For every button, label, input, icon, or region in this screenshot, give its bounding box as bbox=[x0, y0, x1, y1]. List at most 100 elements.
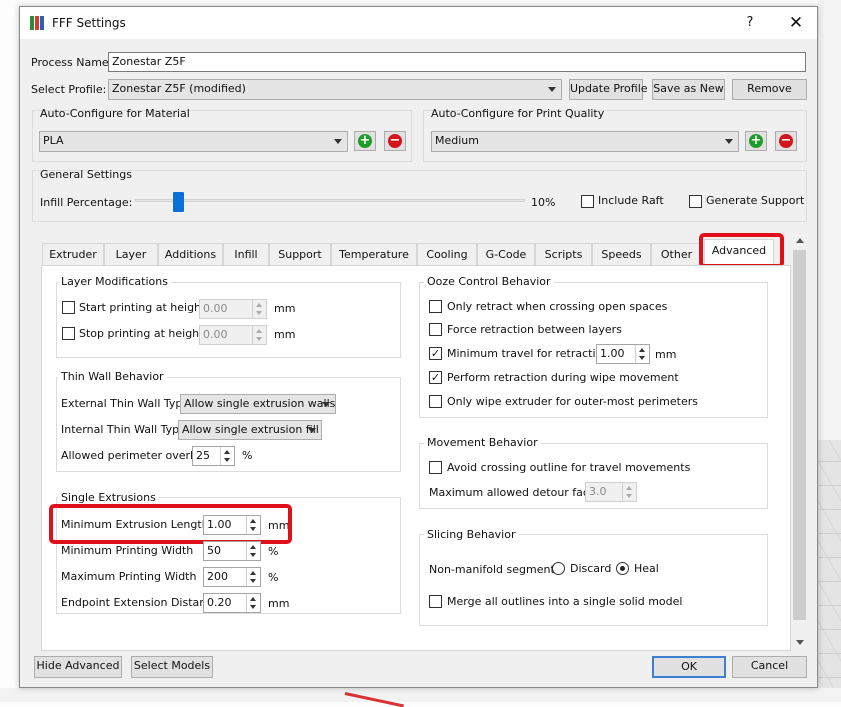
spin-buttons[interactable] bbox=[252, 300, 266, 318]
infill-percentage-label: Infill Percentage: bbox=[40, 196, 133, 209]
detour-factor-input[interactable]: 3.0 bbox=[585, 482, 637, 502]
spin-down-icon bbox=[256, 311, 262, 315]
discard-label: Discard bbox=[570, 562, 612, 575]
external-thin-wall-dropdown[interactable]: Allow single extrusion walls bbox=[180, 394, 336, 414]
start-printing-checkbox[interactable] bbox=[62, 301, 75, 314]
endpoint-extension-unit: mm bbox=[268, 597, 290, 610]
cancel-button[interactable]: Cancel bbox=[732, 656, 807, 678]
start-printing-label: Start printing at height bbox=[79, 301, 206, 314]
spin-buttons[interactable] bbox=[252, 326, 266, 344]
generate-support-checkbox[interactable] bbox=[689, 195, 702, 208]
general-settings-title: General Settings bbox=[40, 168, 132, 181]
spin-buttons[interactable] bbox=[246, 542, 260, 560]
spin-buttons[interactable] bbox=[246, 594, 260, 612]
spin-buttons[interactable] bbox=[246, 568, 260, 586]
avoid-crossing-checkbox[interactable] bbox=[429, 461, 442, 474]
force-retract-checkbox[interactable] bbox=[429, 323, 442, 336]
save-as-new-button[interactable]: Save as New bbox=[652, 79, 725, 100]
endpoint-extension-input[interactable]: 0.20 bbox=[203, 593, 261, 613]
tab-scripts[interactable]: Scripts bbox=[535, 243, 592, 265]
tab-infill[interactable]: Infill bbox=[223, 243, 269, 265]
stop-printing-checkbox[interactable] bbox=[62, 327, 75, 340]
advanced-tab-page: Layer Modifications Start printing at he… bbox=[41, 265, 791, 651]
scrollbar-thumb[interactable] bbox=[793, 250, 806, 620]
min-printing-width-label: Minimum Printing Width bbox=[61, 544, 194, 557]
spin-buttons[interactable] bbox=[635, 345, 649, 363]
select-models-button[interactable]: Select Models bbox=[131, 656, 213, 678]
heal-radio[interactable] bbox=[616, 562, 629, 575]
remove-profile-button[interactable]: Remove bbox=[732, 79, 807, 100]
wipe-retract-checkbox[interactable]: ✓ bbox=[429, 371, 442, 384]
stop-printing-height-input[interactable]: 0.00 bbox=[199, 325, 267, 345]
min-printing-width-unit: % bbox=[268, 545, 279, 558]
tab-temperature[interactable]: Temperature bbox=[331, 243, 417, 265]
chevron-down-icon bbox=[322, 402, 330, 407]
merge-outlines-checkbox[interactable] bbox=[429, 595, 442, 608]
include-raft-checkbox[interactable] bbox=[581, 195, 594, 208]
detour-factor-value: 3.0 bbox=[589, 485, 607, 498]
discard-radio[interactable] bbox=[552, 562, 565, 575]
tab-support[interactable]: Support bbox=[269, 243, 331, 265]
scroll-down-icon[interactable] bbox=[796, 640, 804, 645]
only-wipe-checkbox[interactable] bbox=[429, 395, 442, 408]
spin-buttons[interactable] bbox=[220, 447, 234, 465]
add-quality-button[interactable]: + bbox=[745, 131, 767, 151]
tab-speeds[interactable]: Speeds bbox=[592, 243, 651, 265]
update-profile-button[interactable]: Update Profile bbox=[569, 79, 648, 100]
min-travel-label: Minimum travel for retraction bbox=[447, 347, 610, 360]
radio-selected-dot bbox=[620, 566, 625, 571]
chevron-down-icon bbox=[334, 139, 342, 144]
external-thin-wall-label: External Thin Wall Type bbox=[61, 397, 190, 410]
hide-advanced-button[interactable]: Hide Advanced bbox=[34, 656, 122, 678]
tab-layer[interactable]: Layer bbox=[104, 243, 158, 265]
material-title: Auto-Configure for Material bbox=[40, 107, 190, 120]
add-icon: + bbox=[749, 133, 763, 148]
tab-other[interactable]: Other bbox=[651, 243, 702, 265]
stop-printing-unit: mm bbox=[274, 328, 296, 341]
perimeter-overlap-value: 25 bbox=[196, 449, 210, 462]
start-printing-height-input[interactable]: 0.00 bbox=[199, 299, 267, 319]
min-printing-width-input[interactable]: 50 bbox=[203, 541, 261, 561]
material-dropdown[interactable]: PLA bbox=[39, 131, 348, 152]
close-button[interactable]: ✕ bbox=[782, 12, 810, 34]
remove-quality-button[interactable]: − bbox=[775, 131, 797, 151]
add-material-button[interactable]: + bbox=[354, 131, 376, 151]
spin-down-icon bbox=[626, 494, 632, 498]
spin-up-icon bbox=[256, 303, 262, 307]
scroll-up-icon[interactable] bbox=[796, 238, 804, 243]
internal-thin-wall-label: Internal Thin Wall Type bbox=[61, 423, 186, 436]
quality-value: Medium bbox=[435, 134, 479, 147]
process-name-input[interactable]: Zonestar Z5F bbox=[108, 52, 806, 72]
select-profile-dropdown[interactable]: Zonestar Z5F (modified) bbox=[108, 79, 562, 100]
spin-buttons[interactable] bbox=[622, 483, 636, 501]
infill-slider-thumb[interactable] bbox=[173, 192, 184, 212]
max-printing-width-input[interactable]: 200 bbox=[203, 567, 261, 587]
perimeter-overlap-input[interactable]: 25 bbox=[192, 446, 235, 466]
chevron-down-icon bbox=[308, 428, 316, 433]
perimeter-overlap-label: Allowed perimeter overlap bbox=[61, 449, 207, 462]
help-button[interactable]: ? bbox=[738, 13, 762, 33]
detour-factor-label: Maximum allowed detour factor bbox=[429, 486, 605, 499]
min-travel-checkbox[interactable]: ✓ bbox=[429, 347, 442, 360]
spin-down-icon bbox=[256, 337, 262, 341]
spin-down-icon bbox=[250, 579, 256, 583]
min-travel-input[interactable]: 1.00 bbox=[596, 344, 650, 364]
select-profile-value: Zonestar Z5F (modified) bbox=[112, 82, 246, 95]
ok-button[interactable]: OK bbox=[652, 656, 726, 678]
spin-up-icon bbox=[639, 348, 645, 352]
only-retract-checkbox[interactable] bbox=[429, 300, 442, 313]
tab-extruder[interactable]: Extruder bbox=[42, 243, 104, 265]
tab-additions[interactable]: Additions bbox=[158, 243, 223, 265]
internal-thin-wall-dropdown[interactable]: Allow single extrusion fill bbox=[178, 420, 322, 440]
tab-gcode[interactable]: G-Code bbox=[477, 243, 535, 265]
remove-material-button[interactable]: − bbox=[384, 131, 406, 151]
max-printing-width-value: 200 bbox=[207, 570, 228, 583]
perimeter-overlap-unit: % bbox=[242, 449, 253, 462]
vertical-scrollbar[interactable] bbox=[792, 234, 808, 651]
infill-slider-track[interactable] bbox=[135, 199, 525, 202]
tab-cooling[interactable]: Cooling bbox=[417, 243, 477, 265]
fff-settings-dialog: FFF Settings ? ✕ Process Name: Zonestar … bbox=[19, 6, 818, 688]
infill-percentage-value: 10% bbox=[531, 196, 556, 209]
quality-dropdown[interactable]: Medium bbox=[431, 131, 739, 152]
title-bar[interactable]: FFF Settings ? ✕ bbox=[20, 7, 817, 39]
